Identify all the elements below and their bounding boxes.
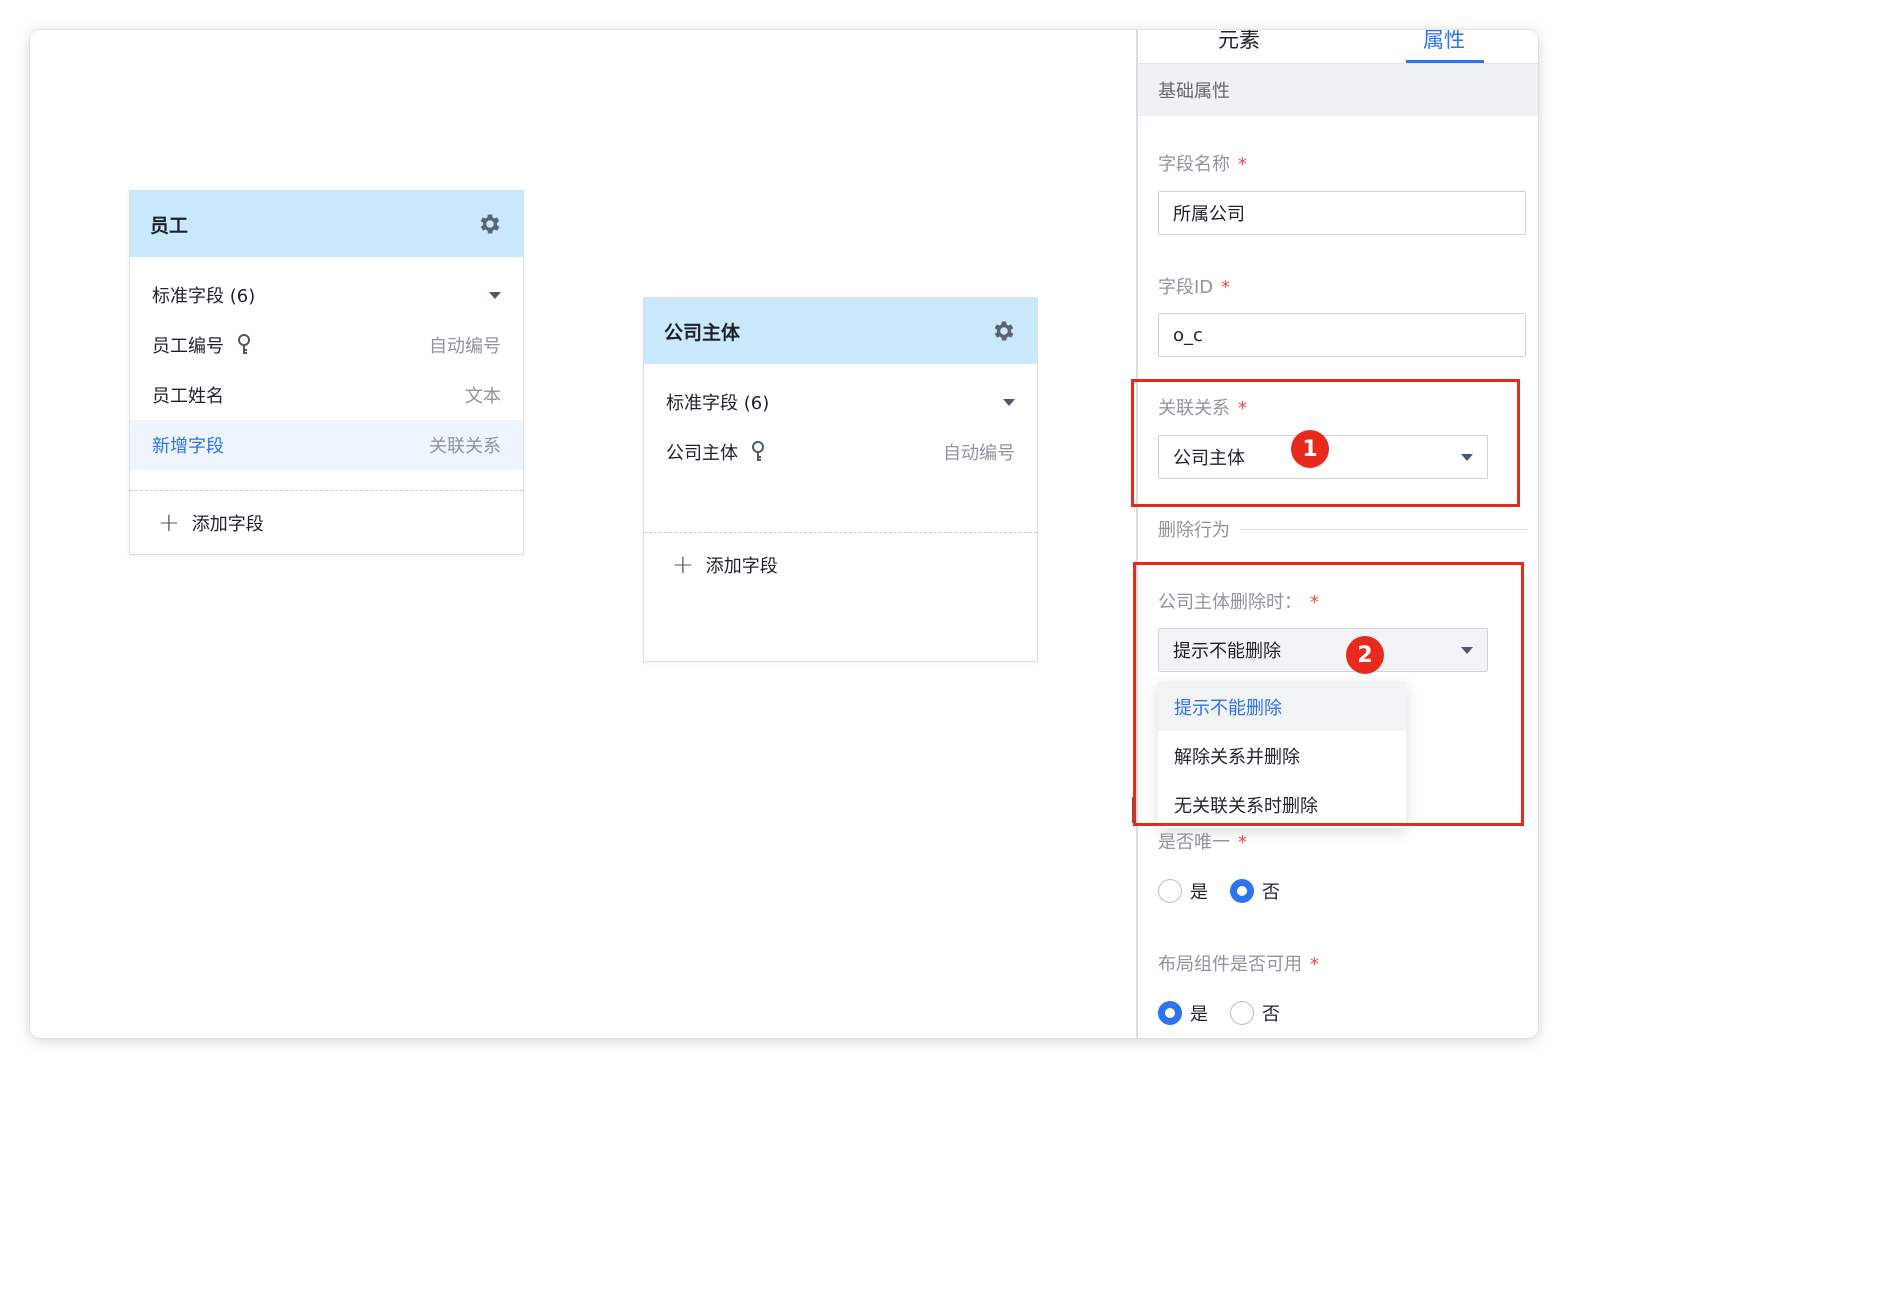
- tab-properties[interactable]: 属性: [1423, 30, 1465, 54]
- input-value: 所属公司: [1173, 204, 1245, 225]
- plus-icon: +: [672, 549, 694, 580]
- caret-down-icon[interactable]: [489, 291, 501, 299]
- radio-circle-checked[interactable]: [1158, 1001, 1182, 1025]
- key-icon: [752, 441, 764, 461]
- radio-label: 否: [1262, 882, 1280, 903]
- field-row-selected[interactable]: 新增字段 关联关系: [130, 420, 523, 470]
- active-tab-indicator: [1406, 60, 1484, 63]
- key-icon: [238, 334, 250, 354]
- field-group-row[interactable]: 标准字段 (6): [644, 377, 1037, 427]
- unique-yes-radio[interactable]: 是: [1158, 878, 1208, 904]
- required-mark: *: [1221, 277, 1231, 298]
- required-mark: *: [1310, 954, 1319, 975]
- field-group-row[interactable]: 标准字段 (6): [130, 270, 523, 320]
- unique-radio-group: 是 否: [1158, 878, 1302, 904]
- annotation-badge-2: 2: [1346, 636, 1384, 674]
- divider-line: [1240, 528, 1528, 530]
- field-name: 公司主体: [666, 443, 738, 464]
- annotation-box-delete-behavior: [1133, 562, 1524, 826]
- card-title: 公司主体: [664, 321, 741, 344]
- diagram-canvas[interactable]: 员工 标准字段 (6) 员工编号 自动编号 员工姓名 文本 新增字段 关联关系 …: [30, 30, 1136, 1038]
- unique-label: 是否唯一 *: [1158, 828, 1247, 854]
- input-value: o_c: [1173, 324, 1203, 346]
- card-body: 标准字段 (6) 公司主体 自动编号: [644, 364, 1037, 532]
- annotation-badge-1: 1: [1291, 430, 1329, 468]
- add-field-label: 添加字段: [191, 513, 264, 535]
- radio-label: 否: [1262, 1004, 1280, 1025]
- delete-behavior-divider: 删除行为: [1158, 516, 1528, 542]
- layout-radio-group: 是 否: [1158, 1000, 1302, 1026]
- divider-text: 删除行为: [1158, 520, 1230, 541]
- field-id-label: 字段ID *: [1158, 273, 1230, 299]
- card-header: 公司主体: [644, 298, 1037, 364]
- required-mark: *: [1238, 154, 1247, 175]
- radio-label: 是: [1190, 1004, 1208, 1025]
- label-text: 字段ID: [1158, 277, 1214, 298]
- properties-panel: 元素 属性 基础属性 字段名称 * 所属公司 字段ID * o_c 关联关系 * 公司…: [1136, 30, 1538, 1038]
- field-type: 自动编号: [943, 443, 1015, 464]
- field-name: 新增字段: [152, 436, 224, 457]
- field-name-input[interactable]: 所属公司: [1158, 191, 1526, 235]
- radio-circle[interactable]: [1158, 879, 1182, 903]
- field-type: 文本: [465, 386, 501, 407]
- radio-circle-checked[interactable]: [1230, 879, 1254, 903]
- layout-yes-radio[interactable]: 是: [1158, 1000, 1208, 1026]
- radio-label: 是: [1190, 882, 1208, 903]
- section-header: 基础属性: [1138, 64, 1538, 116]
- plus-icon: +: [158, 507, 180, 538]
- field-name-label: 字段名称 *: [1158, 150, 1247, 176]
- card-header: 员工: [130, 191, 523, 257]
- gear-icon[interactable]: [477, 211, 503, 237]
- field-name: 员工姓名: [152, 386, 224, 407]
- layout-no-radio[interactable]: 否: [1230, 1000, 1280, 1026]
- field-name: 员工编号: [152, 336, 224, 357]
- add-field-button[interactable]: + 添加字段: [130, 490, 523, 554]
- layout-label: 布局组件是否可用 *: [1158, 950, 1319, 976]
- unique-no-radio[interactable]: 否: [1230, 878, 1280, 904]
- entity-card-company[interactable]: 公司主体 标准字段 (6) 公司主体 自动编号 + 添加字段: [643, 297, 1038, 662]
- tab-elements[interactable]: 元素: [1218, 30, 1260, 54]
- field-group-label: 标准字段 (6): [666, 393, 770, 414]
- label-text: 字段名称: [1158, 154, 1230, 175]
- field-row[interactable]: 员工编号 自动编号: [130, 320, 523, 370]
- label-text: 布局组件是否可用: [1158, 954, 1302, 975]
- entity-card-employee[interactable]: 员工 标准字段 (6) 员工编号 自动编号 员工姓名 文本 新增字段 关联关系 …: [129, 190, 524, 555]
- app-window: 员工 标准字段 (6) 员工编号 自动编号 员工姓名 文本 新增字段 关联关系 …: [30, 30, 1538, 1038]
- card-title: 员工: [150, 214, 189, 237]
- field-group-label: 标准字段 (6): [152, 286, 256, 307]
- gear-icon[interactable]: [991, 318, 1017, 344]
- field-type: 自动编号: [429, 336, 501, 357]
- add-field-button[interactable]: + 添加字段: [644, 532, 1037, 596]
- card-body: 标准字段 (6) 员工编号 自动编号 员工姓名 文本 新增字段 关联关系: [130, 257, 523, 470]
- caret-down-icon[interactable]: [1003, 398, 1015, 406]
- label-text: 是否唯一: [1158, 832, 1230, 853]
- radio-circle[interactable]: [1230, 1001, 1254, 1025]
- panel-tabs: 元素 属性: [1138, 30, 1538, 64]
- field-row[interactable]: 公司主体 自动编号: [644, 427, 1037, 477]
- field-type: 关联关系: [429, 436, 501, 457]
- field-row[interactable]: 员工姓名 文本: [130, 370, 523, 420]
- required-mark: *: [1238, 832, 1247, 853]
- add-field-label: 添加字段: [705, 555, 778, 577]
- field-id-input[interactable]: o_c: [1158, 313, 1526, 357]
